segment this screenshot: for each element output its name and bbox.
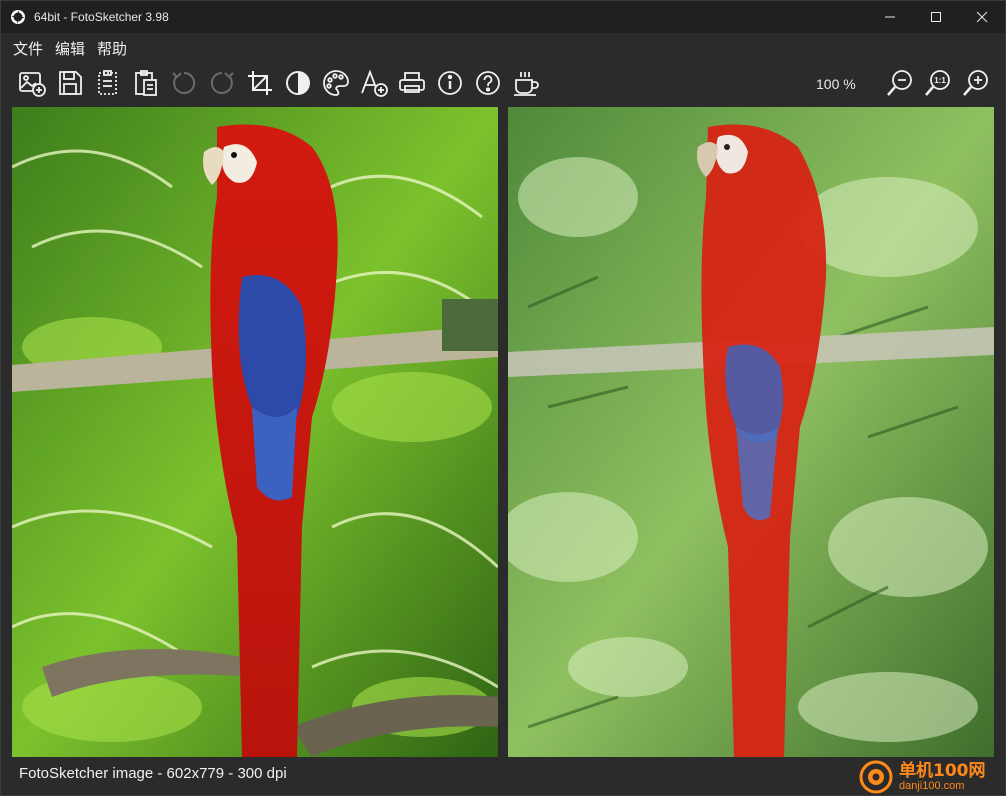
maximize-button[interactable] (913, 1, 959, 33)
zoom-out-button[interactable] (883, 66, 917, 100)
watermark-main-text: 单机100网 (899, 761, 986, 781)
paste-button[interactable] (129, 66, 163, 100)
redo-icon (210, 71, 234, 94)
menu-bar: 文件 编辑 帮助 (1, 35, 133, 61)
coffee-icon (514, 72, 539, 96)
print-button[interactable] (395, 66, 429, 100)
zoom-out-icon (887, 70, 912, 96)
watermark: 单机100网 danji100.com (859, 757, 1005, 796)
painted-image-pane[interactable] (508, 107, 994, 757)
window-title: 64bit - FotoSketcher 3.98 (34, 10, 169, 24)
zoom-actual-icon: 1:1 (925, 70, 950, 96)
menu-file[interactable]: 文件 (7, 36, 49, 61)
app-window: 64bit - FotoSketcher 3.98 文件 编辑 帮助 100 %… (0, 0, 1006, 796)
add-text-button[interactable] (357, 66, 391, 100)
palette-button[interactable] (319, 66, 353, 100)
zoom-level: 100 % (816, 76, 856, 92)
menu-edit[interactable]: 编辑 (49, 36, 91, 61)
info-icon (438, 71, 462, 95)
close-icon (976, 11, 988, 23)
close-button[interactable] (959, 1, 1005, 33)
copy-button[interactable] (91, 66, 125, 100)
copy-icon (98, 70, 117, 95)
painted-result-image (508, 107, 994, 757)
zoom-in-button[interactable] (959, 66, 993, 100)
toolbar: 100 % 1:1 (1, 63, 1005, 103)
contrast-button[interactable] (281, 66, 315, 100)
info-button[interactable] (433, 66, 467, 100)
crop-button[interactable] (243, 66, 277, 100)
original-image-pane[interactable] (12, 107, 498, 757)
app-logo-icon (11, 10, 25, 24)
save-icon (59, 71, 82, 95)
original-photo-image (12, 107, 498, 757)
help-button[interactable] (471, 66, 505, 100)
status-text: FotoSketcher image - 602x779 - 300 dpi (19, 765, 287, 782)
minimize-icon (885, 16, 895, 18)
help-icon (476, 71, 500, 95)
maximize-icon (931, 12, 941, 22)
watermark-logo-icon (859, 760, 893, 794)
title-bar[interactable]: 64bit - FotoSketcher 3.98 (1, 1, 1005, 33)
zoom-actual-button[interactable]: 1:1 (921, 66, 955, 100)
crop-icon (248, 71, 272, 95)
watermark-sub-text: danji100.com (899, 780, 965, 792)
add-text-icon (361, 69, 388, 97)
print-icon (399, 72, 425, 93)
window-controls (867, 1, 1005, 33)
undo-button[interactable] (167, 66, 201, 100)
coffee-button[interactable] (509, 66, 543, 100)
open-image-icon (19, 72, 46, 97)
menu-help[interactable]: 帮助 (91, 36, 133, 61)
status-bar: FotoSketcher image - 602x779 - 300 dpi (1, 759, 1005, 795)
contrast-icon (286, 71, 310, 95)
zoom-actual-label: 1:1 (934, 76, 946, 85)
zoom-in-icon (963, 70, 988, 96)
undo-icon (172, 71, 196, 94)
palette-icon (323, 70, 349, 96)
minimize-button[interactable] (867, 1, 913, 33)
open-image-button[interactable] (15, 66, 49, 100)
save-button[interactable] (53, 66, 87, 100)
paste-icon (135, 70, 157, 96)
redo-button[interactable] (205, 66, 239, 100)
